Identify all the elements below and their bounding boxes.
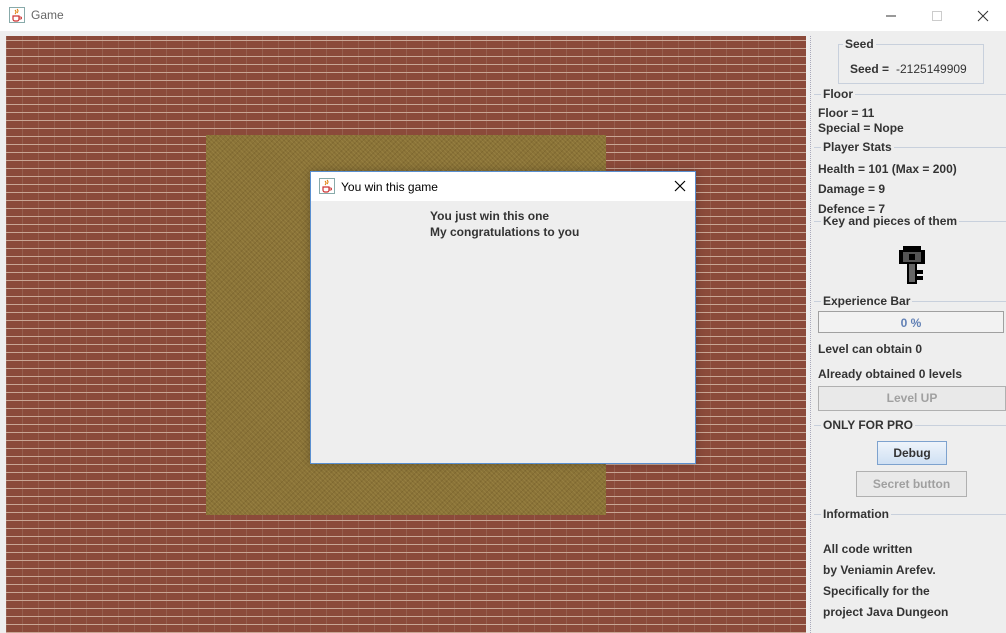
maximize-icon [932,11,942,21]
close-icon [674,180,686,192]
experience-title: Experience Bar [821,294,913,308]
key-group: Key and pieces of them [814,214,1006,228]
pro-group: ONLY FOR PRO [814,418,1006,432]
info-line-3: Specifically for the [823,584,930,598]
information-group: Information All code written by Veniamin… [814,507,1006,619]
seed-title: Seed [843,37,876,51]
player-stats-title: Player Stats [821,140,894,154]
info-line-4: project Java Dungeon [823,605,949,619]
level-can-obtain: Level can obtain 0 [818,342,923,356]
dialog-message-line: My congratulations to you [430,225,580,239]
experience-progress-text: 0 % [900,316,922,330]
floor-title: Floor [821,87,855,101]
levels-obtained: Already obtained 0 levels [818,367,963,381]
info-line-2: by Veniamin Arefev. [823,563,936,577]
key-icon [899,246,925,284]
floor-special: Special = Nope [818,121,904,135]
floor-group: Floor Floor = 11 Special = Nope [814,87,1006,135]
window-titlebar: Game [0,0,1006,32]
minimize-icon [886,15,896,17]
seed-label: Seed = [850,62,890,76]
dialog-message-line: You just win this one [430,209,550,223]
information-title: Information [821,507,891,521]
key-title: Key and pieces of them [821,214,960,228]
experience-progress-bar: 0 % [818,311,1004,333]
java-app-icon [319,178,335,194]
experience-group: Experience Bar [814,294,1006,308]
player-stats-group: Player Stats Health = 101 (Max = 200) Da… [814,140,1006,216]
sidebar-panel: Seed Seed = -2125149909 Floor Floor = 11… [810,36,1006,633]
health-stat: Health = 101 (Max = 200) [818,162,957,176]
floor-number: Floor = 11 [818,106,875,120]
damage-stat: Damage = 9 [818,182,886,196]
dialog-close-button[interactable] [665,172,695,201]
java-app-icon [9,7,25,23]
window-title: Game [31,8,64,22]
seed-value: -2125149909 [896,62,967,76]
level-up-button[interactable]: Level UP [818,386,1006,411]
pro-title: ONLY FOR PRO [821,418,916,432]
seed-group: Seed Seed = -2125149909 [838,37,984,84]
debug-button[interactable]: Debug [877,441,947,465]
win-dialog: You win this game You just win this one … [310,171,696,464]
dialog-title: You win this game [341,180,438,194]
secret-button[interactable]: Secret button [856,471,967,497]
minimize-button[interactable] [868,0,914,31]
dialog-titlebar: You win this game [311,172,695,201]
info-line-1: All code written [823,542,913,556]
maximize-button [914,0,960,31]
close-button[interactable] [960,0,1006,31]
close-icon [977,10,989,22]
